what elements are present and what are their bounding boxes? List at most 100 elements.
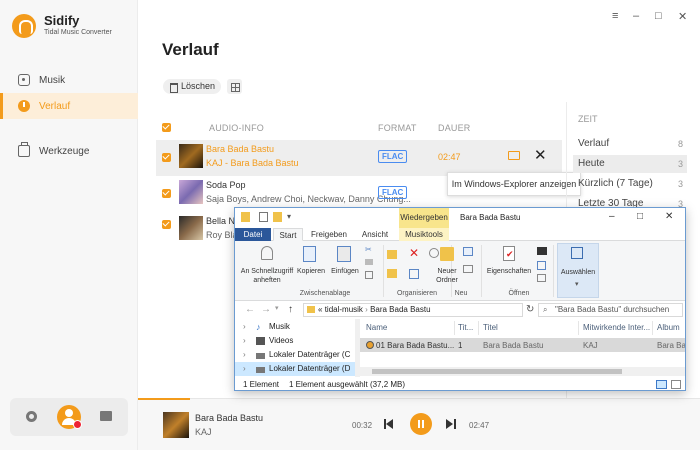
properties-label[interactable]: Eigenschaften [483, 267, 535, 276]
tab-start[interactable]: Start [273, 228, 303, 241]
search-input[interactable]: ⌕ "Bara Bada Bastu" durchsuchen [538, 303, 683, 317]
new-folder-label[interactable]: Neuer Ordner [431, 267, 463, 285]
chevron-right-icon[interactable]: › [243, 362, 246, 376]
history-icon[interactable] [537, 274, 546, 282]
rename-icon[interactable] [429, 248, 439, 258]
select-label[interactable]: Auswählen [557, 268, 599, 277]
pin-icon[interactable] [261, 246, 273, 260]
file-row[interactable]: 01 Bara Bada Bastu.... 1 Bara Bada Bastu… [360, 338, 685, 352]
mail-icon[interactable] [100, 411, 112, 421]
track-title: Bara Bada Bastu [206, 144, 275, 154]
copy-to-icon[interactable] [387, 269, 397, 278]
time-filter-7days[interactable]: Kürzlich (7 Tage) 3 [573, 175, 687, 193]
column-artists[interactable]: Mitwirkende Inter... [583, 323, 650, 332]
tiles-view-icon[interactable] [671, 380, 681, 389]
close-button[interactable]: ✕ [665, 211, 673, 222]
divider [553, 245, 554, 297]
details-view-icon[interactable] [656, 380, 667, 389]
close-icon[interactable]: ✕ [534, 146, 547, 164]
paste-icon[interactable] [409, 269, 419, 279]
column-audio-info: AUDIO-INFO [209, 123, 264, 133]
track-title: Bella N [206, 216, 236, 226]
column-title[interactable]: Titel [483, 323, 498, 332]
column-album[interactable]: Album [657, 323, 680, 332]
gear-icon[interactable] [26, 411, 37, 422]
move-to-icon[interactable] [387, 250, 397, 259]
pause-button[interactable] [410, 413, 432, 435]
sidebar-item-verlauf[interactable]: Verlauf [0, 93, 138, 119]
copy-label[interactable]: Kopieren [295, 267, 327, 276]
next-icon[interactable] [446, 419, 456, 429]
time-filter-all[interactable]: Verlauf 8 [573, 135, 687, 153]
time-filter-today[interactable]: Heute 3 [573, 155, 687, 173]
explorer-window[interactable]: ▾ Wiedergeben Bara Bada Bastu – □ ✕ Date… [234, 207, 686, 391]
open-icon[interactable] [537, 247, 547, 255]
easy-access-icon[interactable] [463, 265, 473, 273]
checkmark-icon: ✔ [506, 249, 514, 259]
shortcut-icon[interactable] [365, 271, 373, 279]
copy-icon[interactable] [303, 246, 316, 262]
address-bar[interactable]: « tidal-musik › Bara Bada Bastu [303, 303, 523, 317]
tab-musiktools[interactable]: Musiktools [399, 228, 449, 241]
tab-datei[interactable]: Datei [235, 228, 271, 241]
drive-icon [256, 367, 265, 373]
track-checkbox[interactable] [162, 220, 171, 229]
chevron-right-icon[interactable]: › [243, 334, 246, 348]
delete-icon[interactable]: ✕ [409, 246, 419, 260]
edit-icon[interactable] [537, 261, 546, 270]
column-name[interactable]: Name [366, 323, 387, 332]
delete-button[interactable]: Löschen [163, 79, 222, 94]
track-artist: Roy Bla [206, 230, 238, 240]
maximize-button[interactable]: □ [637, 211, 643, 222]
pin-label[interactable]: An Schnellzugriff anheften [237, 267, 297, 285]
chevron-right-icon[interactable]: › [243, 320, 246, 334]
scrollbar-thumb[interactable] [372, 369, 622, 374]
file-title: Bara Bada Bastu [483, 341, 544, 350]
chevron-right-icon[interactable]: › [243, 348, 246, 362]
address-prefix: « [318, 305, 323, 314]
new-folder-icon[interactable] [440, 247, 454, 261]
paste-label[interactable]: Einfügen [329, 267, 361, 276]
minimize-button[interactable]: – [633, 10, 639, 22]
track-checkbox[interactable] [162, 189, 171, 198]
copy-path-icon[interactable] [365, 259, 373, 265]
refresh-icon[interactable]: ↻ [526, 304, 534, 315]
grid-view-button[interactable] [227, 79, 242, 94]
chevron-down-icon: ▾ [575, 281, 579, 288]
previous-icon[interactable] [384, 419, 394, 429]
select-all-checkbox[interactable] [162, 123, 171, 132]
tree-item-drive-d[interactable]: › Lokaler Datenträger (D [235, 362, 355, 376]
tree-item-musik[interactable]: › ♪ Musik [235, 320, 355, 334]
tree-item-drive-c[interactable]: › Lokaler Datenträger (C [235, 348, 355, 362]
sidebar-item-musik[interactable]: Musik [0, 67, 138, 93]
new-folder-icon[interactable] [273, 212, 282, 222]
back-icon[interactable]: ← [245, 304, 255, 315]
tooltip: Im Windows-Explorer anzeigen [447, 172, 581, 196]
folder-icon[interactable] [508, 151, 520, 160]
tab-freigeben[interactable]: Freigeben [309, 228, 349, 241]
properties-icon[interactable] [259, 212, 268, 222]
breadcrumb-tidal-musik[interactable]: tidal-musik [325, 305, 363, 314]
breadcrumb-current[interactable]: Bara Bada Bastu [370, 305, 430, 314]
dropdown-icon[interactable]: ▾ [287, 212, 296, 222]
divider [478, 321, 479, 335]
cut-icon[interactable]: ✂ [365, 245, 373, 254]
sidebar-item-werkzeuge[interactable]: Werkzeuge [0, 138, 138, 164]
tab-ansicht[interactable]: Ansicht [357, 228, 393, 241]
minimize-button[interactable]: – [609, 211, 615, 222]
tree-item-videos[interactable]: › Videos [235, 334, 355, 348]
close-button[interactable]: ✕ [678, 10, 687, 23]
horizontal-scrollbar[interactable] [360, 367, 685, 376]
file-track: 1 [458, 341, 463, 350]
up-icon[interactable]: ↑ [288, 304, 293, 315]
column-track[interactable]: Tit... [458, 323, 473, 332]
paste-icon[interactable] [337, 246, 351, 262]
maximize-button[interactable]: □ [655, 10, 662, 22]
track-checkbox[interactable] [162, 153, 171, 162]
explorer-title: Bara Bada Bastu [460, 213, 521, 222]
forward-icon[interactable]: → [261, 304, 271, 315]
track-row[interactable]: Bara Bada Bastu KAJ - Bara Bada Bastu FL… [156, 140, 562, 176]
menu-icon[interactable]: ≡ [612, 10, 618, 22]
new-item-icon[interactable] [463, 247, 473, 256]
chevron-down-icon[interactable]: ▾ [275, 304, 279, 312]
